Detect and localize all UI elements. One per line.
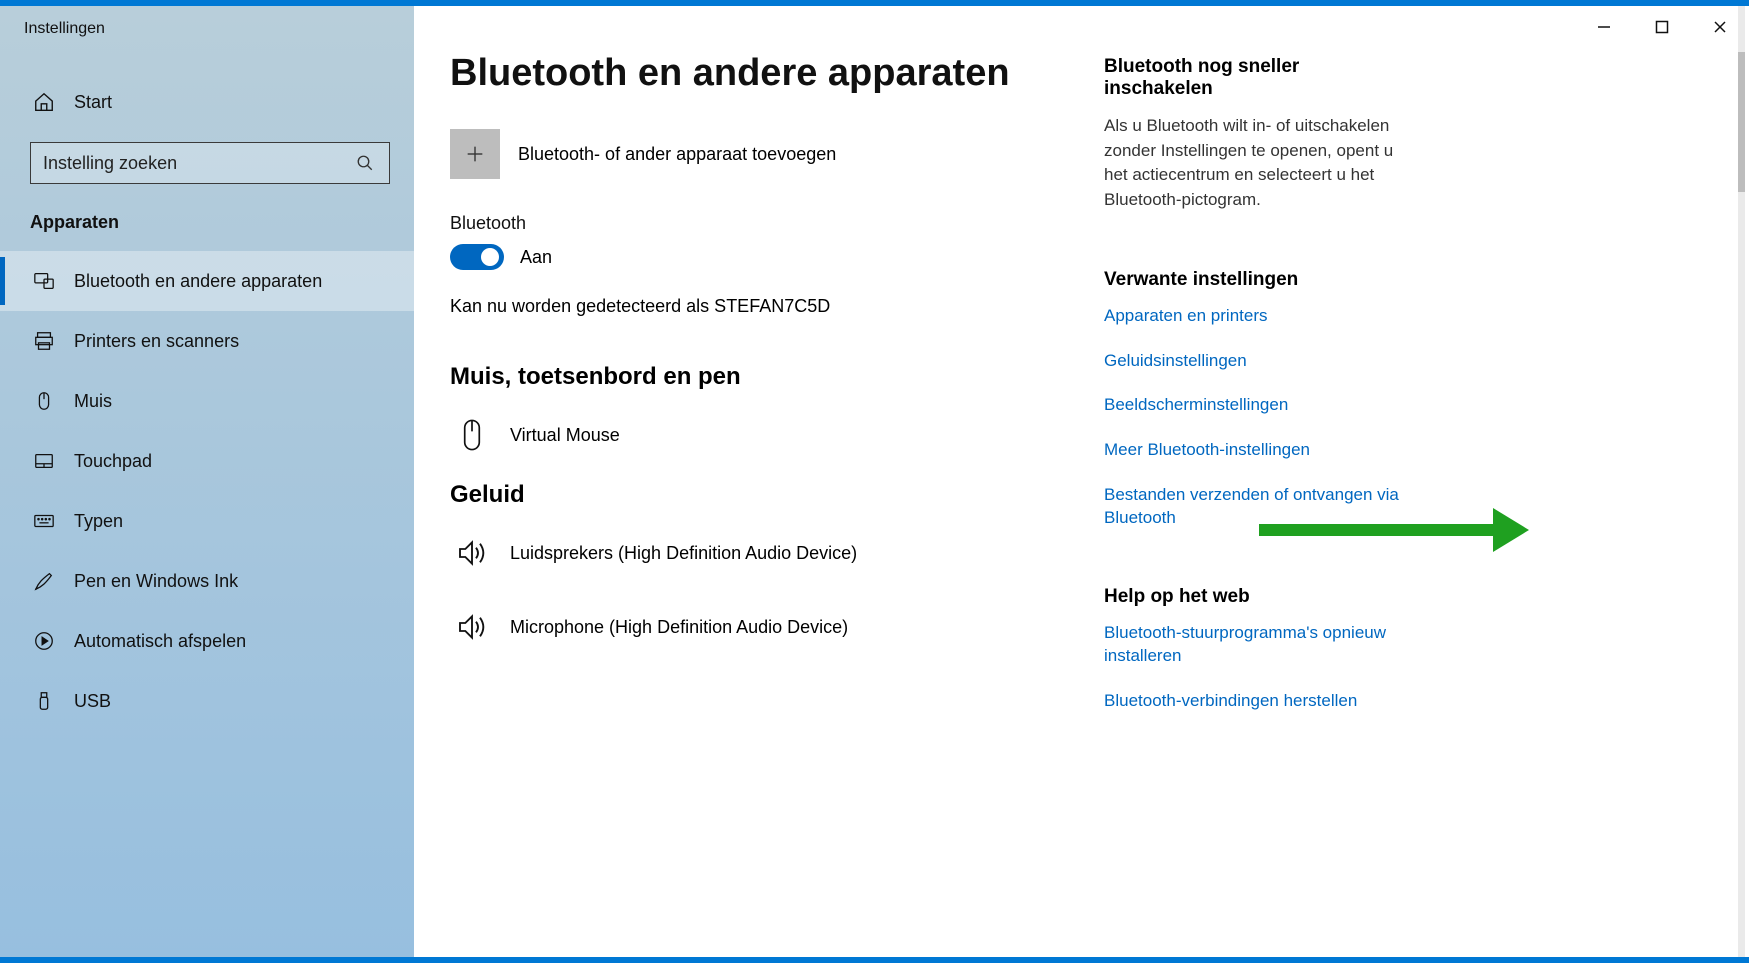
main-panel: Bluetooth en andere apparaten Bluetooth-… [414,6,1749,957]
link-reinstall-drivers[interactable]: Bluetooth-stuurprogramma's opnieuw insta… [1104,622,1408,668]
touchpad-icon [32,449,56,473]
device-label: Virtual Mouse [510,425,620,446]
audio-section-heading: Geluid [450,481,1104,509]
toggle-state-label: Aan [520,247,552,268]
sidebar-item-typing[interactable]: Typen [0,491,414,551]
sidebar-item-label: USB [74,691,111,712]
sidebar-item-touchpad[interactable]: Touchpad [0,431,414,491]
minimize-button[interactable] [1575,6,1633,48]
device-label: Luidsprekers (High Definition Audio Devi… [510,543,857,564]
search-icon [353,151,377,175]
scrollbar-thumb[interactable] [1738,52,1745,192]
link-more-bluetooth[interactable]: Meer Bluetooth-instellingen [1104,439,1408,462]
sidebar: Instellingen Start Apparaten Bluetooth e… [0,6,414,957]
home-label: Start [74,92,112,113]
bluetooth-toggle[interactable] [450,244,504,270]
aside-panel: Bluetooth nog sneller inschakelen Als u … [1104,6,1444,957]
sidebar-item-usb[interactable]: USB [0,671,414,731]
sidebar-item-label: Pen en Windows Ink [74,571,238,592]
add-device-button[interactable]: Bluetooth- of ander apparaat toevoegen [450,129,1104,179]
quick-toggle-body: Als u Bluetooth wilt in- of uitschakelen… [1104,114,1408,213]
sidebar-item-label: Automatisch afspelen [74,631,246,652]
usb-icon [32,689,56,713]
home-button[interactable]: Start [0,80,414,124]
page-title: Bluetooth en andere apparaten [450,52,1104,95]
link-display-settings[interactable]: Beeldscherminstellingen [1104,394,1408,417]
sidebar-item-label: Typen [74,511,123,532]
plus-icon [450,129,500,179]
devices-icon [32,269,56,293]
device-label: Microphone (High Definition Audio Device… [510,617,848,638]
link-devices-printers[interactable]: Apparaten en printers [1104,305,1408,328]
search-input[interactable] [43,153,353,174]
device-row-microphone[interactable]: Microphone (High Definition Audio Device… [450,599,1104,673]
window-title: Instellingen [0,6,414,52]
link-fix-connections[interactable]: Bluetooth-verbindingen herstellen [1104,690,1408,713]
home-icon [32,90,56,114]
sidebar-item-label: Bluetooth en andere apparaten [74,271,322,292]
sidebar-item-label: Muis [74,391,112,412]
bluetooth-label: Bluetooth [450,213,1104,234]
sidebar-item-bluetooth[interactable]: Bluetooth en andere apparaten [0,251,414,311]
close-button[interactable] [1691,6,1749,48]
mouse-icon [32,389,56,413]
device-row-speakers[interactable]: Luidsprekers (High Definition Audio Devi… [450,525,1104,599]
sidebar-item-mouse[interactable]: Muis [0,371,414,431]
sidebar-item-printers[interactable]: Printers en scanners [0,311,414,371]
sidebar-item-pen[interactable]: Pen en Windows Ink [0,551,414,611]
link-sound-settings[interactable]: Geluidsinstellingen [1104,350,1408,373]
settings-window: Instellingen Start Apparaten Bluetooth e… [0,0,1749,963]
content-area: Bluetooth en andere apparaten Bluetooth-… [414,6,1104,957]
sidebar-item-autoplay[interactable]: Automatisch afspelen [0,611,414,671]
category-label: Apparaten [0,184,414,251]
device-row-mouse[interactable]: Virtual Mouse [450,407,1104,481]
help-heading: Help op het web [1104,586,1408,608]
mouse-device-icon [454,417,490,453]
autoplay-icon [32,629,56,653]
sidebar-item-label: Touchpad [74,451,152,472]
speaker-icon [454,535,490,571]
mouse-section-heading: Muis, toetsenbord en pen [450,363,1104,391]
related-heading: Verwante instellingen [1104,269,1408,291]
sidebar-item-label: Printers en scanners [74,331,239,352]
quick-toggle-heading: Bluetooth nog sneller inschakelen [1104,56,1408,100]
pen-icon [32,569,56,593]
link-send-receive[interactable]: Bestanden verzenden of ontvangen via Blu… [1104,484,1408,530]
speaker-icon [454,609,490,645]
add-device-label: Bluetooth- of ander apparaat toevoegen [518,144,836,165]
keyboard-icon [32,509,56,533]
maximize-button[interactable] [1633,6,1691,48]
discoverable-status: Kan nu worden gedetecteerd als STEFAN7C5… [450,296,1104,317]
search-box[interactable] [30,142,390,184]
printer-icon [32,329,56,353]
